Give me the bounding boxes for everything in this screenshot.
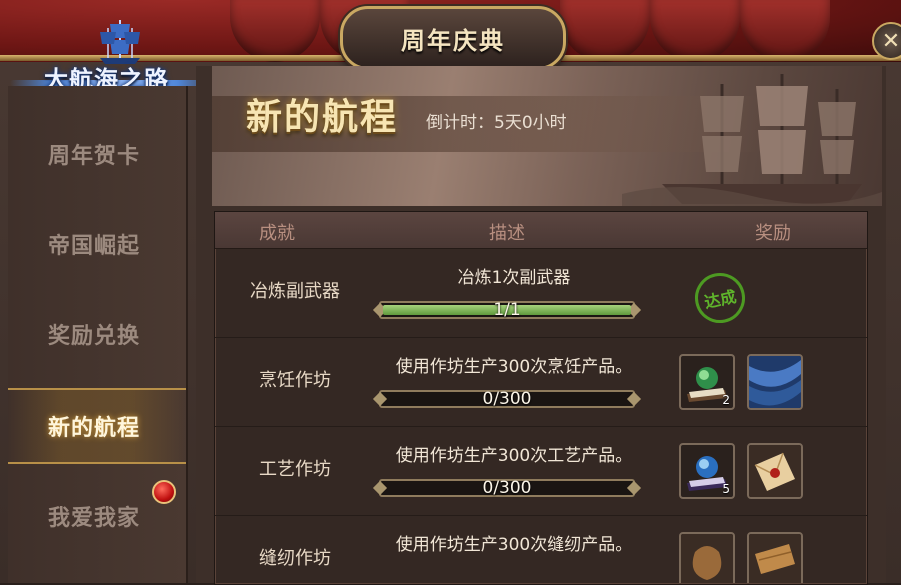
progress-text: 0/300	[482, 389, 532, 409]
curtain-fold	[560, 0, 650, 62]
reward-count: 5	[722, 482, 730, 496]
sidebar-item-label: 奖励兑换	[48, 323, 141, 349]
reward-slot[interactable]: 2	[679, 354, 735, 410]
table-row: 冶炼副武器 冶炼1次副武器 1/1 达成	[215, 249, 867, 338]
curtain-fold	[740, 0, 830, 62]
achievement-table: 成就 描述 奖励 冶炼副武器 冶炼1次副武器 1/1 达成 烹饪作坊 使用作坊生…	[214, 211, 868, 585]
wood-plank-icon	[749, 534, 801, 583]
sidebar-item-anniversary-card[interactable]: 周年贺卡	[8, 116, 186, 192]
curtain-fold	[650, 0, 740, 62]
sidebar-item-empire-rise[interactable]: 帝国崛起	[8, 206, 186, 282]
reward-slot[interactable]	[679, 532, 735, 583]
window-title-text: 周年庆典	[401, 25, 505, 55]
notification-badge	[152, 480, 176, 504]
countdown-timer: 倒计时：5天0小时	[426, 113, 567, 133]
progress-text: 1/1	[493, 300, 521, 320]
table-header: 成就 描述 奖励	[215, 212, 867, 249]
event-banner: 新的航程 倒计时：5天0小时	[212, 66, 882, 206]
sidebar-item-label: 帝国崛起	[48, 233, 141, 259]
achievement-desc: 使用作坊生产300次工艺产品。	[395, 446, 633, 466]
column-header-description: 描述	[489, 223, 525, 244]
achievement-name: 烹饪作坊	[259, 370, 331, 391]
reward-slot[interactable]: 5	[679, 443, 735, 499]
column-header-achievement: 成就	[259, 223, 295, 244]
blue-fabric-icon	[749, 356, 801, 408]
table-row: 工艺作坊 使用作坊生产300次工艺产品。 0/300 5	[215, 427, 867, 516]
sack-icon	[681, 534, 733, 583]
curtain-fold	[230, 0, 320, 62]
window-title: 周年庆典	[340, 6, 566, 70]
table-row: 烹饪作坊 使用作坊生产300次烹饪产品。 0/300 2	[215, 338, 867, 427]
sidebar: 周年贺卡 帝国崛起 奖励兑换 新的航程 我爱我家	[8, 86, 188, 583]
sealed-letter-icon	[749, 445, 801, 497]
ship-logo-icon	[100, 20, 140, 64]
progress-bar: 0/300	[372, 478, 642, 498]
achievement-name: 工艺作坊	[259, 459, 331, 480]
main-panel: 新的航程 倒计时：5天0小时 成就 描述 奖励 冶炼副武器 冶炼1次副武器 1/…	[196, 66, 886, 585]
sidebar-item-reward-exchange[interactable]: 奖励兑换	[8, 296, 186, 372]
table-row: 缝纫作坊 使用作坊生产300次缝纫产品。	[215, 516, 867, 583]
achievement-desc: 冶炼1次副武器	[457, 268, 571, 288]
game-logo: 大航海之路	[10, 18, 220, 94]
progress-bar: 0/300	[372, 389, 642, 409]
progress-bar: 1/1	[372, 300, 642, 320]
reward-slot[interactable]	[747, 354, 803, 410]
reward-count: 2	[722, 393, 730, 407]
sidebar-item-label: 周年贺卡	[48, 143, 141, 169]
event-window: 大航海之路 周年庆典 ✕ 周年贺卡 帝国崛起 奖励兑换 新的航程 我爱我家 新的…	[0, 0, 901, 585]
achievement-name: 冶炼副武器	[250, 281, 340, 302]
achievement-desc: 使用作坊生产300次缝纫产品。	[395, 535, 633, 555]
sidebar-item-new-voyage[interactable]: 新的航程	[8, 388, 186, 464]
column-header-reward: 奖励	[755, 223, 791, 244]
achievement-name: 缝纫作坊	[259, 548, 331, 569]
reward-slot[interactable]	[747, 443, 803, 499]
sidebar-item-label: 我爱我家	[48, 505, 141, 531]
ship-illustration-icon	[622, 74, 882, 206]
close-icon: ✕	[881, 28, 901, 54]
sidebar-item-label: 新的航程	[48, 415, 141, 441]
achievement-desc: 使用作坊生产300次烹饪产品。	[395, 357, 633, 377]
reward-slot[interactable]	[747, 532, 803, 583]
completed-stamp: 达成	[690, 268, 750, 328]
banner-title: 新的航程	[246, 96, 399, 138]
progress-text: 0/300	[482, 478, 532, 498]
